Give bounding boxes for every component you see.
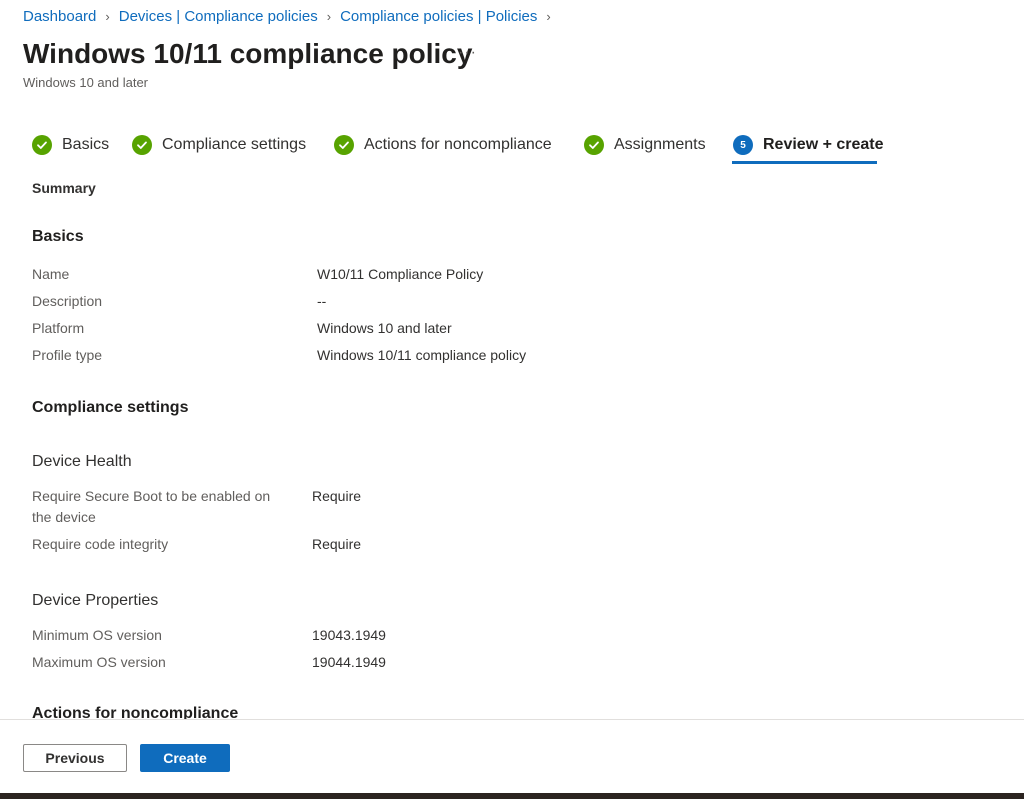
basics-heading: Basics bbox=[32, 228, 84, 245]
more-options-icon[interactable]: ··· bbox=[458, 44, 477, 62]
summary-heading: Summary bbox=[32, 180, 96, 196]
chevron-right-icon: › bbox=[105, 9, 110, 24]
field-value: Windows 10/11 compliance policy bbox=[317, 347, 527, 363]
field-label: Require code integrity bbox=[32, 536, 169, 552]
chevron-right-icon: › bbox=[546, 9, 551, 24]
field-value: Require bbox=[312, 488, 362, 504]
step-label: Actions for noncompliance bbox=[364, 136, 552, 153]
step-compliance-settings[interactable]: Compliance settings bbox=[132, 132, 306, 158]
step-review-create[interactable]: 5 Review + create bbox=[733, 132, 884, 158]
field-label: Require Secure Boot to be enabled on the… bbox=[32, 488, 271, 525]
field-value: 19043.1949 bbox=[312, 627, 386, 643]
breadcrumb-dashboard[interactable]: Dashboard bbox=[23, 8, 96, 25]
field-label: Minimum OS version bbox=[32, 627, 162, 643]
field-label: Name bbox=[32, 266, 70, 282]
create-button[interactable]: Create bbox=[140, 744, 230, 772]
field-label: Description bbox=[32, 293, 103, 309]
field-label: Platform bbox=[32, 320, 85, 336]
field-value: W10/11 Compliance Policy bbox=[317, 266, 484, 282]
field-label: Maximum OS version bbox=[32, 654, 166, 670]
step-number-badge: 5 bbox=[733, 135, 753, 155]
active-step-indicator bbox=[732, 161, 877, 164]
taskbar bbox=[0, 793, 1024, 799]
step-label: Review + create bbox=[763, 136, 884, 153]
step-label: Basics bbox=[62, 136, 110, 153]
device-properties-heading: Device Properties bbox=[32, 592, 159, 609]
device-health-heading: Device Health bbox=[32, 453, 132, 470]
field-value: -- bbox=[317, 293, 327, 309]
checkmark-icon bbox=[334, 135, 354, 155]
step-actions-for-noncompliance[interactable]: Actions for noncompliance bbox=[334, 132, 552, 158]
breadcrumb: Dashboard › Devices | Compliance policie… bbox=[23, 8, 560, 25]
step-assignments[interactable]: Assignments bbox=[584, 132, 706, 158]
page-title: Windows 10/11 compliance policy bbox=[23, 38, 473, 69]
breadcrumb-compliance-policies[interactable]: Devices | Compliance policies bbox=[119, 8, 318, 25]
previous-button[interactable]: Previous bbox=[23, 744, 127, 772]
wizard-steps: Basics Compliance settings Actions for n… bbox=[32, 132, 932, 166]
checkmark-icon bbox=[584, 135, 604, 155]
step-label: Assignments bbox=[614, 136, 706, 153]
page-subtitle: Windows 10 and later bbox=[23, 75, 149, 90]
field-value: Require bbox=[312, 536, 362, 552]
step-basics[interactable]: Basics bbox=[32, 132, 109, 158]
breadcrumb-policies[interactable]: Compliance policies | Policies bbox=[340, 8, 537, 25]
chevron-right-icon: › bbox=[326, 9, 332, 24]
field-value: Windows 10 and later bbox=[317, 320, 452, 336]
checkmark-icon bbox=[132, 135, 152, 155]
field-label: Profile type bbox=[32, 347, 103, 363]
wizard-footer: Previous Create bbox=[0, 719, 1024, 793]
field-value: 19044.1949 bbox=[312, 654, 386, 670]
step-label: Compliance settings bbox=[162, 136, 307, 153]
checkmark-icon bbox=[32, 135, 52, 155]
compliance-settings-heading: Compliance settings bbox=[32, 399, 189, 416]
